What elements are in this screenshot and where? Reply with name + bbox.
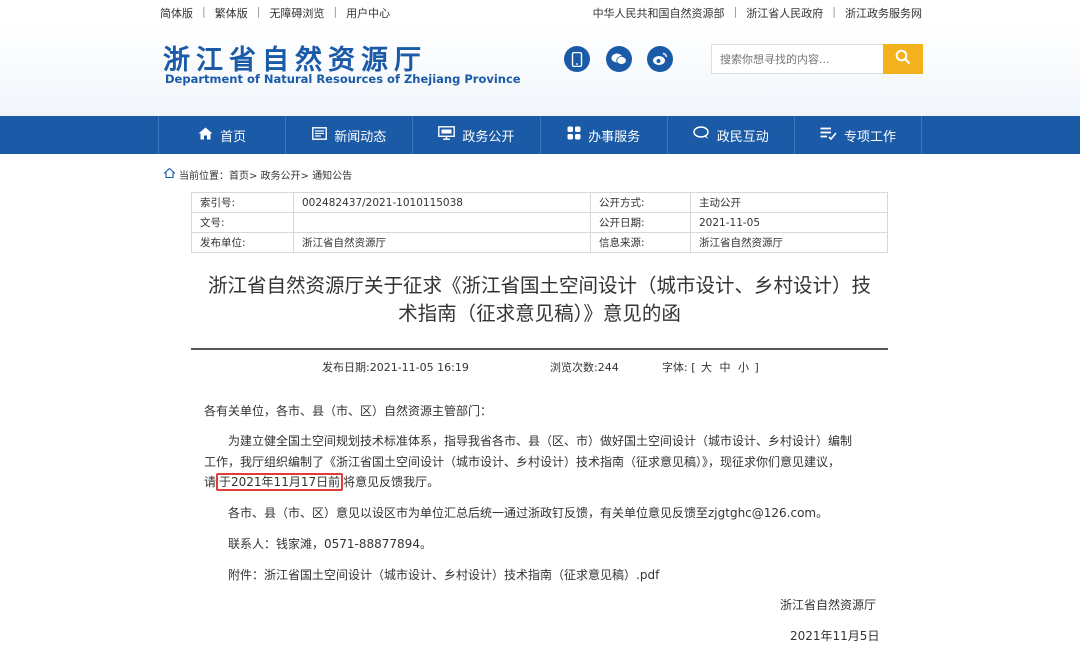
attachment-link[interactable]: 浙江省国土空间设计（城市设计、乡村设计）技术指南（征求意见稿）.pdf: [264, 568, 659, 582]
news-icon: [312, 126, 328, 144]
top-left-links: 简体版 | 繁体版 | 无障碍浏览 | 用户中心: [160, 5, 391, 21]
mobile-icon[interactable]: [564, 46, 590, 72]
source-value: 浙江省自然资源厅: [690, 232, 888, 253]
title-divider: [191, 348, 888, 350]
paragraph-1-post: 将意见反馈我厅。: [343, 475, 440, 489]
gov-icon: [438, 126, 456, 144]
nav-news[interactable]: 新闻动态: [285, 116, 412, 154]
open-mode-value: 主动公开: [690, 192, 888, 213]
doc-no-value: [293, 212, 591, 233]
font-size-open-bracket: [: [691, 361, 696, 374]
sign-date: 2021年11月5日: [790, 629, 880, 643]
publish-date: 发布日期:2021-11-05 16:19: [322, 361, 469, 374]
nav-news-label: 新闻动态: [334, 129, 387, 145]
nav-gov-affairs[interactable]: 政务公开: [412, 116, 539, 154]
paragraph-1-pre: 请: [204, 475, 217, 489]
salutation: 各有关单位，各市、县（市、区）自然资源主管部门：: [204, 404, 493, 418]
traditional-link[interactable]: 繁体版: [215, 5, 248, 21]
home-icon: [198, 127, 213, 144]
wechat-icon[interactable]: [606, 46, 632, 72]
breadcrumb-path[interactable]: 首页> 政务公开> 通知公告: [229, 167, 352, 182]
ministry-link[interactable]: 中华人民共和国自然资源部: [593, 5, 725, 21]
nav-services-label: 办事服务: [588, 129, 641, 145]
font-medium-button[interactable]: 中: [720, 361, 731, 374]
open-date-label: 公开日期:: [590, 212, 691, 233]
paragraph-2: 各市、县（市、区）意见以设区市为单位汇总后统一通过浙政钉反馈，有关单位意见反馈至…: [228, 506, 829, 520]
attachment-label: 附件：: [228, 568, 265, 582]
index-value: 002482437/2021-1010115038: [293, 192, 591, 213]
search-box: [711, 44, 923, 74]
signer: 浙江省自然资源厅: [780, 598, 877, 612]
contact-info: 联系人：钱家滩，0571-88877894。: [228, 537, 432, 551]
provincial-gov-link[interactable]: 浙江省人民政府: [746, 5, 823, 21]
site-header: 浙江省自然资源厅 Department of Natural Resources…: [0, 24, 1080, 116]
issuer-label: 发布单位:: [191, 232, 294, 253]
paragraph-1-line-1: 为建立健全国土空间规划技术标准体系，指导我省各市、县（区、市）做好国土空间设计（…: [228, 434, 853, 448]
user-center-link[interactable]: 用户中心: [346, 5, 390, 21]
paragraph-1-line-2: 工作，我厅组织编制了《浙江省国土空间设计（城市设计、乡村设计）技术指南（征求意见…: [204, 455, 841, 469]
font-size-close-bracket: ]: [754, 361, 759, 374]
nav-home-label: 首页: [220, 129, 247, 145]
breadcrumb-prefix: 当前位置：: [179, 171, 229, 182]
nav-services[interactable]: 办事服务: [539, 116, 667, 154]
doc-no-label: 文号:: [191, 212, 294, 233]
gov-service-link[interactable]: 浙江政务服务网: [845, 5, 922, 21]
search-icon: [895, 49, 911, 69]
issuer-value: 浙江省自然资源厅: [293, 232, 591, 253]
table-row: 索引号: 002482437/2021-1010115038 公开方式: 主动公…: [191, 192, 888, 213]
top-right-links: 中华人民共和国自然资源部 | 浙江省人民政府 | 浙江政务服务网: [592, 5, 922, 21]
article-title-line-1: 浙江省自然资源厅关于征求《浙江省国土空间设计（城市设计、乡村设计）技: [207, 274, 871, 297]
top-utility-bar: 简体版 | 繁体版 | 无障碍浏览 | 用户中心 中华人民共和国自然资源部 | 浙江省人…: [0, 0, 1080, 24]
service-icon: [567, 126, 581, 144]
open-mode-label: 公开方式:: [590, 192, 691, 213]
deadline-highlight: 于2021年11月17日前: [216, 473, 344, 491]
attachment: 附件：浙江省国土空间设计（城市设计、乡村设计）技术指南（征求意见稿）.pdf: [228, 565, 659, 586]
article-title: 浙江省自然资源厅关于征求《浙江省国土空间设计（城市设计、乡村设计）技 术指南（征…: [191, 272, 888, 328]
nav-special-work-label: 专项工作: [843, 129, 896, 145]
source-label: 信息来源:: [590, 232, 691, 253]
breadcrumb: 当前位置： 首页> 政务公开> 通知公告: [163, 167, 352, 182]
table-row: 发布单位: 浙江省自然资源厅 信息来源: 浙江省自然资源厅: [191, 232, 888, 253]
nav-gov-affairs-label: 政务公开: [462, 129, 515, 145]
accessibility-link[interactable]: 无障碍浏览: [269, 5, 324, 21]
weibo-icon[interactable]: [647, 46, 673, 72]
article-title-line-2: 术指南（征求意见稿）》意见的函: [398, 302, 681, 325]
search-button[interactable]: [883, 44, 923, 74]
chat-icon: [693, 126, 710, 144]
breadcrumb-home-icon: [163, 167, 176, 181]
view-count: 浏览次数:244: [550, 361, 619, 374]
font-large-button[interactable]: 大: [701, 361, 712, 374]
nav-interaction[interactable]: 政民互动: [666, 116, 794, 154]
document-meta-table: 索引号: 002482437/2021-1010115038 公开方式: 主动公…: [191, 192, 888, 253]
search-input[interactable]: [711, 44, 883, 74]
nav-special-work[interactable]: 专项工作: [793, 116, 923, 154]
font-small-button[interactable]: 小: [738, 361, 749, 374]
font-size-switcher: 字体: [ 大 中 小 ]: [662, 359, 759, 375]
list-icon: [820, 127, 837, 144]
nav-home[interactable]: 首页: [158, 116, 285, 154]
index-label: 索引号:: [191, 192, 294, 213]
font-size-label: 字体:: [662, 361, 688, 374]
table-row: 文号: 公开日期: 2021-11-05: [191, 212, 888, 233]
nav-interaction-label: 政民互动: [716, 129, 769, 145]
main-nav: 首页 新闻动态 政务公开 办事服务 政民互动 专项工作: [0, 116, 1080, 154]
site-logo-en: Department of Natural Resources of Zheji…: [165, 72, 521, 86]
open-date-value: 2021-11-05: [690, 212, 888, 233]
paragraph-1-line-3: 请于2021年11月17日前 将意见反馈我厅。: [204, 472, 439, 493]
simplified-link[interactable]: 简体版: [160, 5, 193, 21]
